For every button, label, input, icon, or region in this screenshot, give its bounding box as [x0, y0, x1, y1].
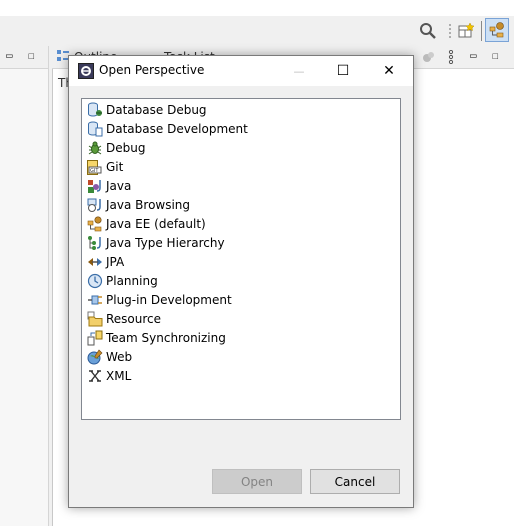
close-icon: ✕ — [383, 63, 395, 79]
java-type-hierarchy-icon — [88, 235, 101, 250]
left-view-tabbar: ▭ ☐ — [0, 46, 48, 69]
list-item-java[interactable]: Java — [87, 176, 131, 195]
team-synchronizing-icon — [87, 330, 103, 345]
workbench-toolbar — [0, 16, 514, 46]
dialog-title: Open Perspective — [99, 63, 205, 77]
minimize-icon: — — [293, 64, 305, 78]
search-icon[interactable] — [419, 22, 437, 40]
left-view-pane — [0, 46, 49, 526]
perspective-list[interactable]: Database Debug Database Development Debu… — [81, 98, 401, 420]
cancel-button[interactable]: Cancel — [310, 469, 400, 494]
open-perspective-icon[interactable] — [457, 22, 475, 40]
dialog-titlebar[interactable]: Open Perspective — ☐ ✕ — [69, 56, 413, 86]
workbench-top-strip — [0, 0, 514, 16]
git-icon: GIT — [87, 159, 102, 175]
toolbar-divider — [481, 21, 482, 41]
list-item-database-development[interactable]: Database Development — [87, 119, 248, 138]
java-ee-icon — [87, 215, 102, 231]
close-button[interactable]: ✕ — [367, 56, 411, 86]
maximize-button[interactable]: ☐ — [321, 56, 365, 86]
list-item-database-debug[interactable]: Database Debug — [87, 100, 207, 119]
web-globe-icon — [87, 349, 103, 364]
list-item-xml[interactable]: XML — [87, 366, 131, 385]
open-button[interactable]: Open — [212, 469, 302, 494]
java-perspective-icon — [88, 179, 101, 193]
list-item-planning[interactable]: Planning — [87, 271, 158, 290]
list-item-resource[interactable]: Resource — [87, 309, 161, 328]
jpa-icon — [88, 257, 102, 266]
list-item-debug[interactable]: Debug — [87, 138, 145, 157]
list-item-team-synchronizing[interactable]: Team Synchronizing — [87, 328, 226, 347]
maximize-icon: ☐ — [336, 63, 350, 79]
left-minimize-icon[interactable]: ▭ — [6, 49, 13, 62]
list-item-java-type-hierarchy[interactable]: Java Type Hierarchy — [87, 233, 225, 252]
list-item-java-browsing[interactable]: Java Browsing — [87, 195, 190, 214]
xml-icon — [89, 369, 101, 382]
database-debug-icon — [88, 102, 102, 116]
list-item-web[interactable]: Web — [87, 347, 132, 366]
debug-bug-icon — [88, 141, 102, 154]
java-browsing-icon — [87, 198, 101, 212]
list-item-plugin-development[interactable]: Plug-in Development — [87, 290, 232, 309]
database-development-icon — [88, 121, 103, 136]
svg-text:GIT: GIT — [90, 168, 99, 174]
right-maximize-icon[interactable]: ☐ — [492, 49, 499, 62]
planning-clock-icon — [87, 273, 103, 288]
minimize-button[interactable]: — — [277, 56, 321, 86]
view-menu-icon[interactable] — [448, 50, 454, 64]
plugin-development-icon — [88, 295, 102, 304]
left-maximize-icon[interactable]: ☐ — [28, 49, 35, 62]
right-minimize-icon[interactable]: ▭ — [470, 49, 477, 62]
java-ee-perspective-icon — [489, 22, 504, 38]
eclipse-app-icon — [78, 63, 94, 79]
list-item-jpa[interactable]: JPA — [87, 252, 124, 271]
java-ee-perspective-button[interactable] — [485, 18, 509, 42]
list-item-java-ee[interactable]: Java EE (default) — [87, 214, 206, 233]
open-perspective-dialog: Open Perspective — ☐ ✕ Database Debug Da… — [68, 55, 414, 508]
list-item-git[interactable]: GIT Git — [87, 157, 123, 176]
view-menu-gray-icon[interactable] — [422, 50, 436, 64]
resource-folder-icon — [87, 311, 103, 326]
toolbar-separator-icon — [449, 24, 451, 38]
